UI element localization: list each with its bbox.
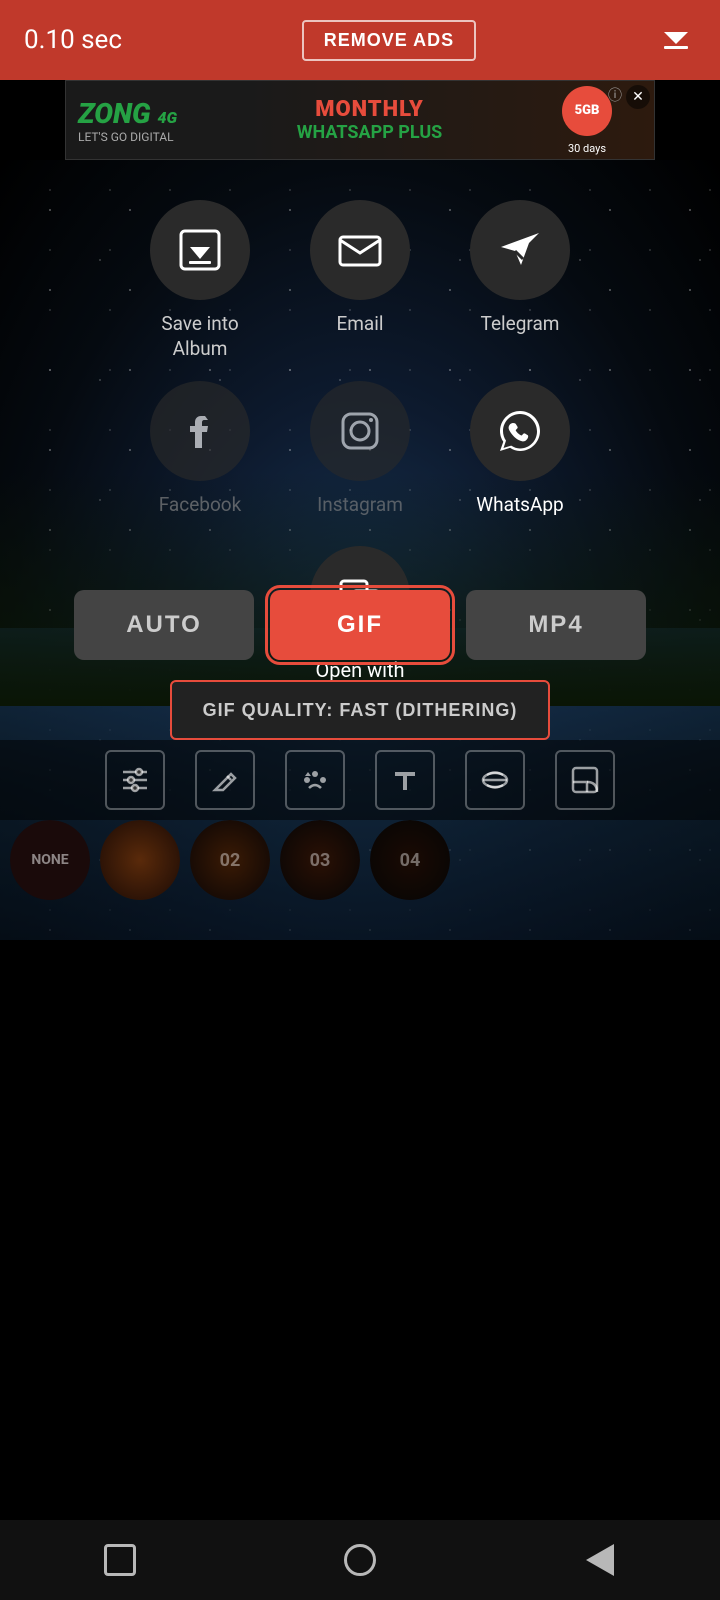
ad-close-button[interactable]: ✕	[626, 85, 650, 109]
text-tool-icon[interactable]	[375, 750, 435, 810]
timer-display: 0.10 sec	[24, 25, 122, 55]
format-section: AUTO GIF MP4 GIF QUALITY: FAST (DITHERIN…	[0, 590, 720, 740]
facebook-icon	[150, 381, 250, 481]
share-save-album[interactable]: Save intoAlbum	[150, 200, 250, 361]
auto-format-button[interactable]: AUTO	[74, 590, 254, 660]
animation-tool-icon[interactable]	[285, 750, 345, 810]
top-bar: 0.10 sec REMOVE ADS	[0, 0, 720, 80]
instagram-icon	[310, 381, 410, 481]
filter-tool-icon[interactable]	[465, 750, 525, 810]
thumbnail-02[interactable]: 02	[190, 820, 270, 900]
share-row-1: Save intoAlbum Email	[150, 200, 570, 361]
gif-format-button[interactable]: GIF	[270, 590, 450, 660]
thumbnail-01[interactable]	[100, 820, 180, 900]
telegram-icon	[470, 200, 570, 300]
sticker-tool-icon[interactable]	[555, 750, 615, 810]
facebook-label: Facebook	[159, 493, 242, 516]
home-icon	[344, 1544, 376, 1576]
download-icon[interactable]	[656, 16, 696, 65]
gif-quality-button[interactable]: GIF QUALITY: FAST (DITHERING)	[170, 680, 550, 740]
recents-icon	[104, 1544, 136, 1576]
share-facebook[interactable]: Facebook	[150, 381, 250, 516]
save-album-icon	[150, 200, 250, 300]
telegram-label: Telegram	[481, 312, 560, 335]
ad-brand: ZONG 4G LET'S GO DIGITAL	[78, 97, 177, 144]
format-button-group: AUTO GIF MP4	[74, 590, 646, 660]
main-content-area: Save intoAlbum Email	[0, 160, 720, 940]
ad-banner: ZONG 4G LET'S GO DIGITAL MONTHLY WHATSAP…	[65, 80, 655, 160]
email-label: Email	[336, 312, 383, 335]
remove-ads-button[interactable]: REMOVE ADS	[302, 20, 476, 61]
adjust-tool-icon[interactable]	[105, 750, 165, 810]
back-button[interactable]	[570, 1530, 630, 1590]
share-whatsapp[interactable]: WhatsApp	[470, 381, 570, 516]
thumbnail-04[interactable]: 04	[370, 820, 450, 900]
mp4-format-button[interactable]: MP4	[466, 590, 646, 660]
share-telegram[interactable]: Telegram	[470, 200, 570, 361]
whatsapp-label: WhatsApp	[476, 493, 563, 516]
bottom-toolbar	[0, 740, 720, 820]
whatsapp-icon	[470, 381, 570, 481]
recents-button[interactable]	[90, 1530, 150, 1590]
share-email[interactable]: Email	[310, 200, 410, 361]
thumbnail-none[interactable]: NONE	[10, 820, 90, 900]
thumbnail-strip: NONE 02 03 04	[0, 820, 720, 900]
save-album-label: Save intoAlbum	[161, 312, 238, 361]
edit-tool-icon[interactable]	[195, 750, 255, 810]
back-icon	[586, 1544, 614, 1576]
email-icon	[310, 200, 410, 300]
ad-info-icon[interactable]: ⓘ	[608, 85, 622, 105]
system-nav-bar	[0, 1520, 720, 1600]
share-row-2: Facebook Instagram	[150, 381, 570, 516]
thumbnail-03[interactable]: 03	[280, 820, 360, 900]
instagram-label: Instagram	[317, 493, 403, 516]
home-button[interactable]	[330, 1530, 390, 1590]
share-instagram[interactable]: Instagram	[310, 381, 410, 516]
